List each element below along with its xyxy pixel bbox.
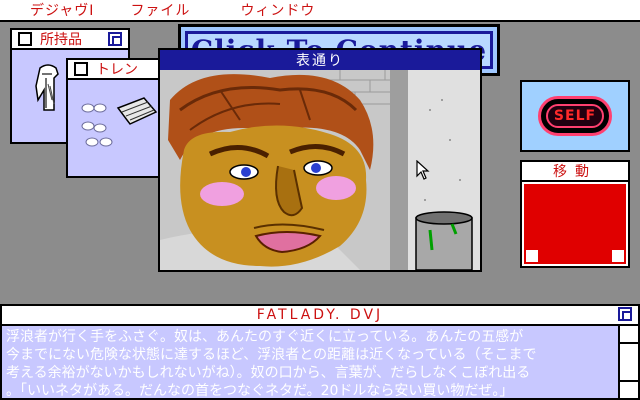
trash-close-box[interactable]	[74, 62, 88, 76]
scene-title: 表通り	[160, 50, 480, 70]
trash-window[interactable]: トレン	[66, 58, 166, 178]
scroll-up-button[interactable]	[620, 326, 638, 344]
scene-window[interactable]: 表通り	[158, 48, 482, 272]
inventory-title: 所持品	[40, 32, 82, 48]
self-window[interactable]: SELF	[520, 80, 630, 152]
trash-contents[interactable]	[68, 80, 164, 176]
text-zoom-box[interactable]	[618, 307, 632, 321]
menu-dejavu[interactable]: デジャヴI	[0, 0, 94, 20]
trash-title: トレン	[96, 62, 138, 78]
inventory-titlebar[interactable]: 所持品	[12, 30, 128, 50]
narration-line: 。「いいネタがある。だんなの首をつなぐネタだ。20ドルなら安い買い物だぜ。」	[6, 383, 514, 399]
narration-line: 今までにない危険な状態に達するほど、浮浪者との距離は近くなっている（そこまで	[6, 347, 537, 363]
bum-portrait-image[interactable]	[160, 70, 480, 270]
move-window[interactable]: 移動	[520, 160, 630, 268]
narration-text: 浮浪者が行く手をふさぐ。奴は、あんたのすぐ近くに立っている。あんたの五感が 今ま…	[6, 328, 616, 399]
text-scrollbar[interactable]	[618, 326, 638, 398]
move-map[interactable]	[524, 184, 626, 264]
self-label: SELF	[545, 104, 605, 128]
menu-window[interactable]: ウィンドウ	[190, 0, 315, 20]
menu-bar: デジャヴI ファイル ウィンドウ	[0, 0, 640, 22]
exit-door-left[interactable]	[526, 250, 538, 262]
scroll-track[interactable]	[620, 346, 638, 382]
move-title: 移動	[522, 162, 628, 182]
text-window-titlebar[interactable]: FATLADY. DVJ	[2, 306, 638, 326]
scroll-down-button[interactable]	[620, 382, 638, 398]
inventory-close-box[interactable]	[18, 32, 32, 46]
exit-door-right[interactable]	[612, 250, 624, 262]
trash-titlebar[interactable]: トレン	[68, 60, 164, 80]
text-window-title: FATLADY. DVJ	[256, 307, 384, 323]
narration-line: 浮浪者が行く手をふさぐ。奴は、あんたのすぐ近くに立っている。あんたの五感が	[6, 329, 524, 345]
text-window[interactable]: FATLADY. DVJ 浮浪者が行く手をふさぐ。奴は、あんたのすぐ近くに立って…	[0, 304, 640, 400]
menu-file[interactable]: ファイル	[94, 0, 190, 20]
mouse-pointer-icon	[416, 160, 430, 180]
narration-line: 考える余裕がないかもしれないがね）。奴の口から、言葉が、だらしなくこぼれ出る	[6, 365, 531, 381]
inventory-zoom-box[interactable]	[108, 32, 122, 46]
self-button[interactable]: SELF	[538, 96, 612, 136]
scene-view[interactable]	[160, 70, 480, 270]
wallet-icon[interactable]	[70, 86, 162, 166]
